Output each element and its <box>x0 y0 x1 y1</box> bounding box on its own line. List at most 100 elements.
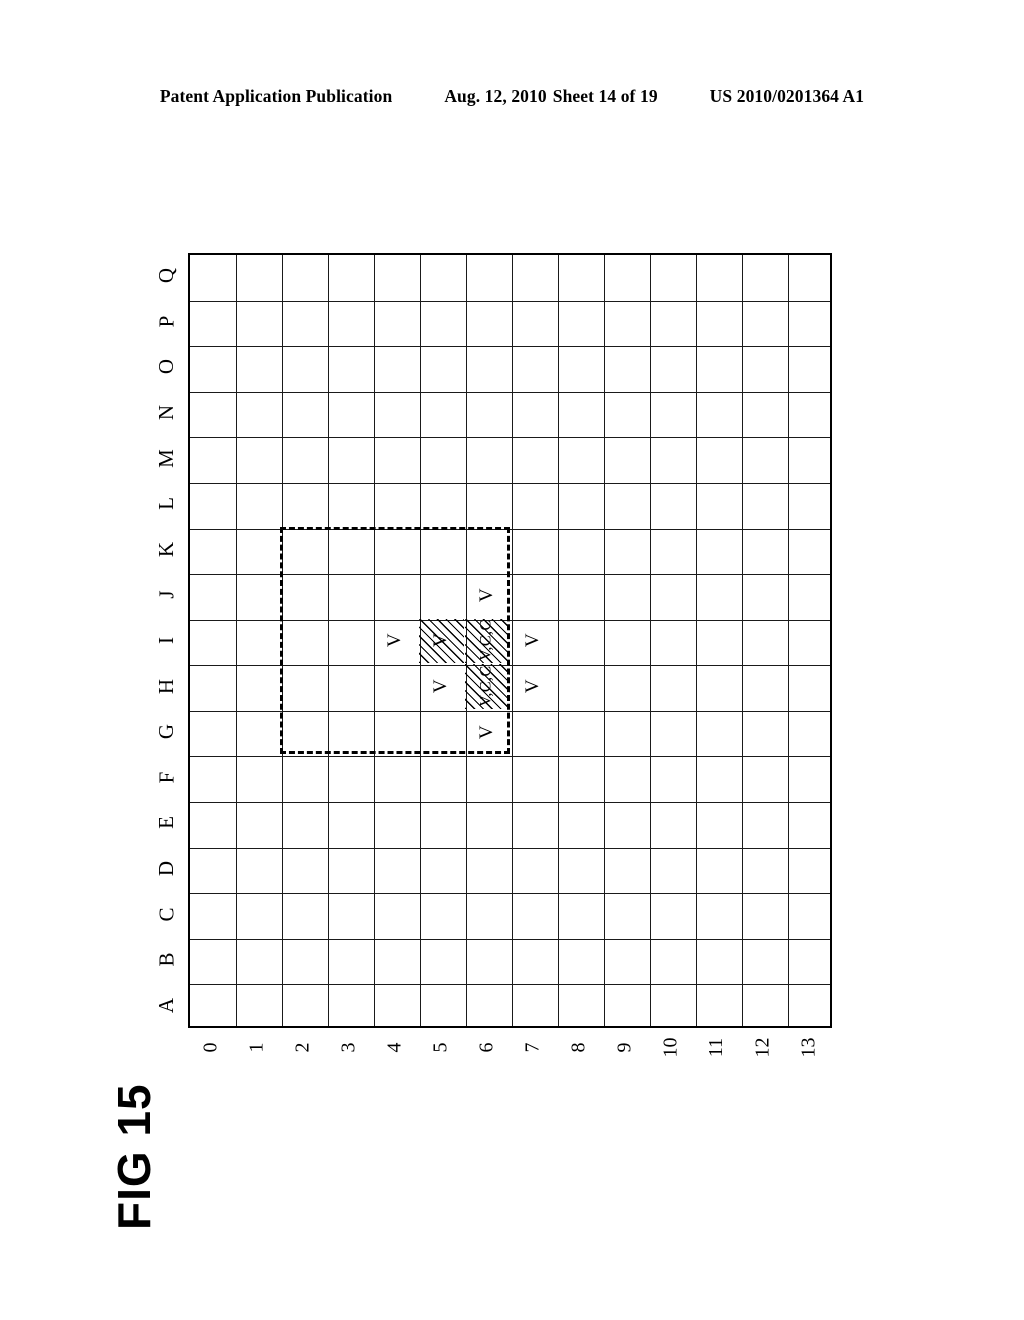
row-label-text: P <box>154 315 179 328</box>
row-label-P: P <box>144 306 190 336</box>
column-label-text: 8 <box>567 1042 590 1053</box>
cell-marker-text: V <box>429 678 451 694</box>
grid-line-vertical <box>742 255 743 1026</box>
grid-line-horizontal <box>190 391 830 393</box>
row-label-text: B <box>154 952 179 967</box>
column-label-text: 7 <box>521 1042 544 1053</box>
cell-marker-text: V <box>521 678 543 694</box>
column-label-12: 12 <box>740 1036 786 1072</box>
row-label-text: H <box>154 678 179 694</box>
column-label-text: 10 <box>659 1037 682 1058</box>
cell-marker-6J[interactable]: V <box>464 572 510 618</box>
column-label-text: 11 <box>705 1037 728 1058</box>
row-label-L: L <box>144 489 190 519</box>
grid-line-horizontal <box>190 756 830 758</box>
row-label-text: F <box>154 771 179 784</box>
figure-label: FIG 15 <box>108 1083 160 1230</box>
row-label-text: C <box>154 907 179 922</box>
row-label-M: M <box>144 443 190 473</box>
column-label-10: 10 <box>648 1036 694 1072</box>
cell-marker-6I[interactable]: V,C,C <box>464 618 510 664</box>
column-label-0: 0 <box>188 1036 234 1072</box>
row-label-E: E <box>144 808 190 838</box>
grid-line-horizontal <box>190 847 830 849</box>
column-label-text: 9 <box>613 1042 636 1053</box>
cell-marker-7I[interactable]: V <box>510 618 556 664</box>
column-label-9: 9 <box>602 1036 648 1072</box>
cell-marker-text: V <box>429 633 451 648</box>
column-label-text: 12 <box>751 1037 774 1058</box>
column-label-1: 1 <box>234 1036 280 1072</box>
cell-marker-text: V,C,C <box>478 619 495 662</box>
cell-marker-text: V <box>383 633 405 648</box>
column-label-text: 13 <box>797 1037 820 1058</box>
row-label-D: D <box>144 853 190 883</box>
cell-marker-5I[interactable]: V <box>418 618 464 664</box>
grid-line-horizontal <box>190 346 830 348</box>
grid-line-vertical <box>236 255 237 1026</box>
column-label-13: 13 <box>786 1036 832 1072</box>
row-label-text: M <box>154 448 179 468</box>
cell-marker-text: V <box>521 633 543 648</box>
row-label-text: G <box>154 724 179 740</box>
grid-line-horizontal <box>190 300 830 302</box>
column-label-text: 3 <box>337 1042 360 1053</box>
cell-marker-7H[interactable]: V <box>510 663 556 709</box>
column-label-6: 6 <box>464 1036 510 1072</box>
row-label-text: E <box>154 816 179 830</box>
cell-marker-4I[interactable]: V <box>372 618 418 664</box>
grid-line-vertical <box>788 255 789 1026</box>
column-label-text: 6 <box>475 1042 498 1053</box>
row-label-G: G <box>144 717 190 747</box>
grid-line-horizontal <box>190 984 830 986</box>
cell-marker-6H[interactable]: V,C,C <box>464 663 510 709</box>
column-label-text: 2 <box>291 1042 314 1053</box>
row-label-I: I <box>144 626 190 656</box>
grid-line-horizontal <box>190 938 830 940</box>
column-label-text: 5 <box>429 1042 452 1053</box>
column-label-3: 3 <box>326 1036 372 1072</box>
row-label-N: N <box>144 398 190 428</box>
column-label-2: 2 <box>280 1036 326 1072</box>
row-label-text: N <box>154 404 179 421</box>
row-label-text: L <box>154 497 179 511</box>
row-label-K: K <box>144 534 190 564</box>
grid-line-vertical <box>650 255 651 1026</box>
row-label-text: A <box>154 997 179 1013</box>
grid-line-vertical <box>696 255 697 1026</box>
row-label-C: C <box>144 899 190 929</box>
column-label-text: 0 <box>199 1042 222 1053</box>
column-label-4: 4 <box>372 1036 418 1072</box>
row-label-text: O <box>154 359 179 375</box>
figure-15: FIG 15 QPONMLKJIHGFEDCBA 0 1 2 3 4 5 6 7 8 9 10 11 1… <box>0 0 1024 1320</box>
grid-line-horizontal <box>190 437 830 439</box>
grid-line-horizontal <box>190 482 830 484</box>
grid-line-horizontal <box>190 802 830 804</box>
grid-line-horizontal <box>190 893 830 895</box>
cell-marker-text: V,C,C <box>478 665 495 707</box>
row-label-text: I <box>154 637 179 644</box>
row-label-text: K <box>154 541 179 557</box>
cell-marker-text: V <box>475 724 497 739</box>
column-label-text: 1 <box>245 1042 268 1053</box>
column-label-7: 7 <box>510 1036 556 1072</box>
cell-marker-6G[interactable]: V <box>464 709 510 755</box>
row-label-A: A <box>144 990 190 1020</box>
row-label-O: O <box>144 352 190 382</box>
row-label-Q: Q <box>144 261 190 291</box>
row-label-text: D <box>154 860 179 877</box>
row-label-text: J <box>154 590 179 599</box>
row-label-B: B <box>144 945 190 975</box>
column-label-11: 11 <box>694 1036 740 1072</box>
grid-line-vertical <box>558 255 559 1026</box>
row-label-J: J <box>144 580 190 610</box>
column-label-5: 5 <box>418 1036 464 1072</box>
grid-line-vertical <box>604 255 605 1026</box>
cell-marker-text: V <box>475 587 497 603</box>
column-label-text: 4 <box>383 1042 406 1053</box>
row-label-F: F <box>144 762 190 792</box>
row-label-text: Q <box>154 268 179 284</box>
cell-marker-5H[interactable]: V <box>418 663 464 709</box>
row-label-H: H <box>144 671 190 701</box>
column-label-8: 8 <box>556 1036 602 1072</box>
